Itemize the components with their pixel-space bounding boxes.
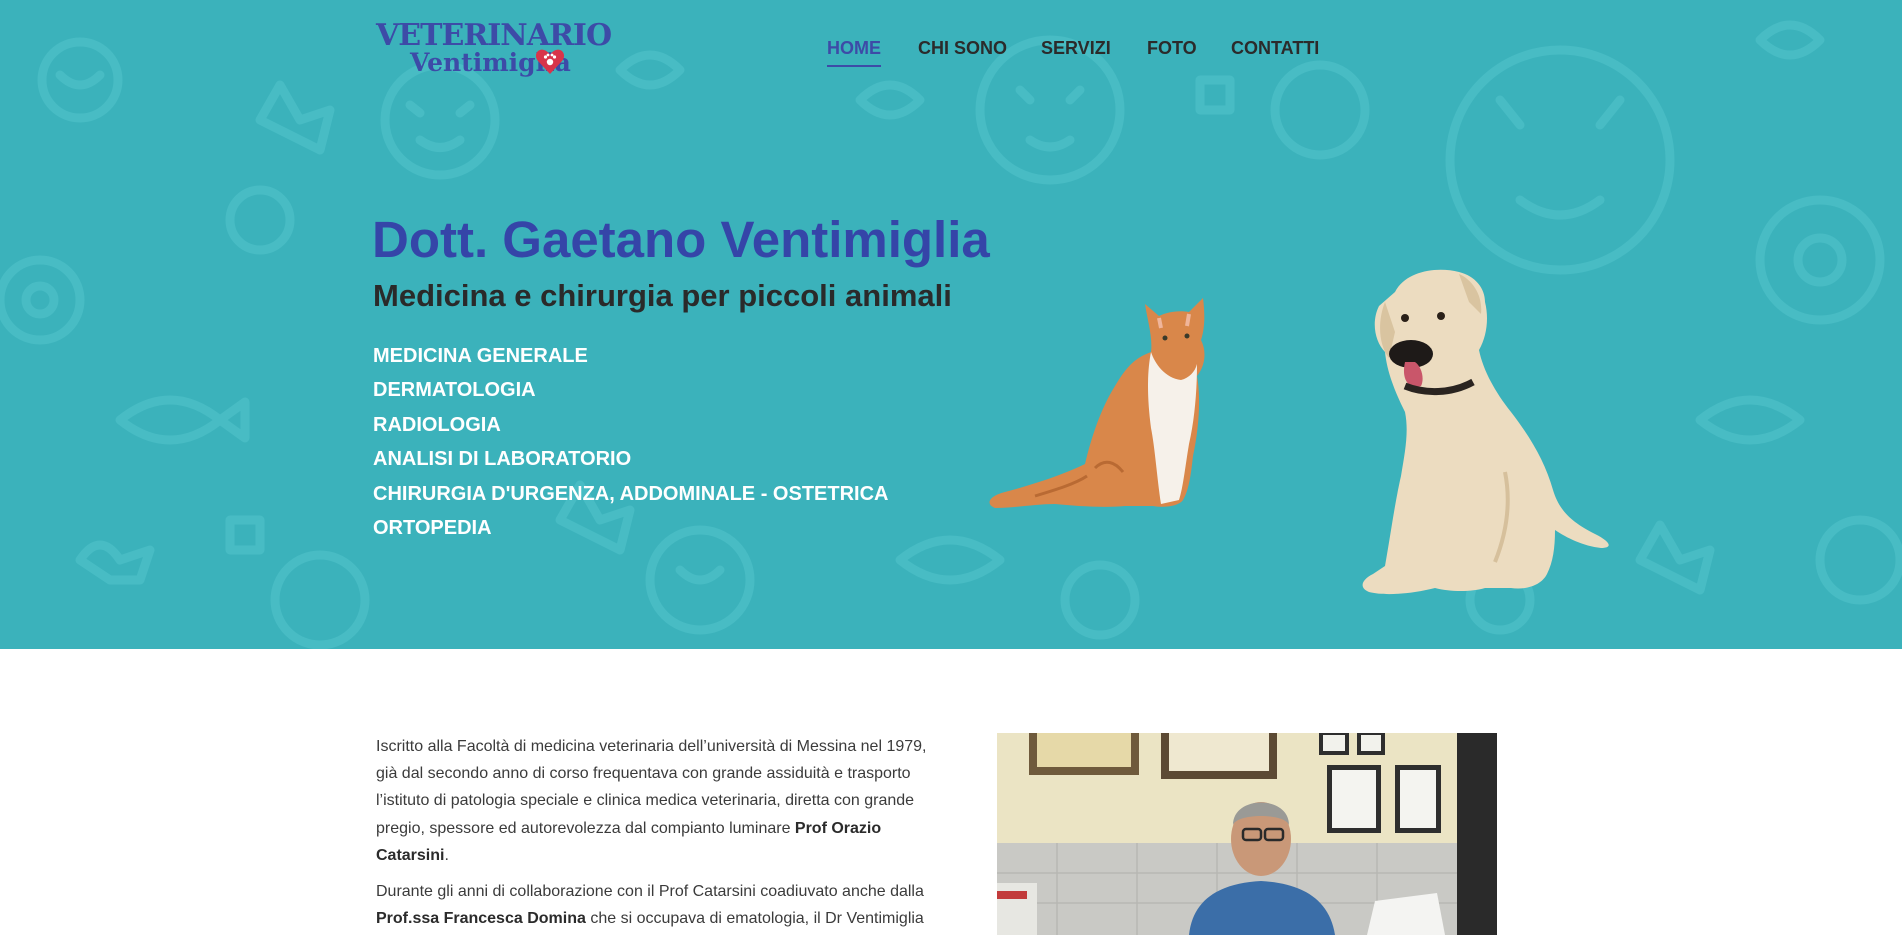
doctor-photo xyxy=(997,733,1497,935)
service-item: ANALISI DI LABORATORIO xyxy=(373,448,632,471)
page-title: Dott. Gaetano Ventimiglia xyxy=(372,211,990,268)
page-subtitle: Medicina e chirurgia per piccoli animali xyxy=(373,278,952,313)
dog-image xyxy=(1362,269,1609,595)
service-item: DERMATOLOGIA xyxy=(373,379,536,402)
cat-image xyxy=(989,298,1205,508)
doctor-photo-illustration xyxy=(997,733,1497,935)
heart-paw-icon xyxy=(535,49,565,74)
about-section: Iscritto alla Facoltà di medicina veteri… xyxy=(0,649,1902,935)
bio-paragraph: Durante gli anni di collaborazione con i… xyxy=(376,878,942,932)
nav-item-chi-sono[interactable]: CHI SONO xyxy=(918,38,1007,59)
animal-pattern-background xyxy=(0,20,1902,649)
bio-text-segment: che si occupava di ematologia, il Dr Ven… xyxy=(585,910,924,928)
bio-highlight-name: Prof.ssa Francesca Domina xyxy=(376,910,586,928)
nav-item-label: FOTO xyxy=(1147,38,1197,58)
site-logo[interactable]: VETERINARIO Ventimiglia xyxy=(374,18,612,80)
services-list: MEDICINA GENERALE DERMATOLOGIA RADIOLOGI… xyxy=(373,340,888,546)
bio-text: Iscritto alla Facoltà di medicina veteri… xyxy=(376,733,942,941)
nav-item-label: SERVIZI xyxy=(1041,38,1111,58)
bio-text-segment: . xyxy=(444,846,449,864)
nav-item-label: CONTATTI xyxy=(1231,38,1320,58)
hero-section: VETERINARIO Ventimiglia HOME CHI SONO SE… xyxy=(0,0,1902,649)
service-item: RADIOLOGIA xyxy=(373,413,501,436)
nav-item-label: HOME xyxy=(827,38,881,58)
nav-item-servizi[interactable]: SERVIZI xyxy=(1041,38,1111,59)
service-item: CHIRURGIA D'URGENZA, ADDOMINALE - OSTETR… xyxy=(373,482,889,505)
bio-paragraph: Iscritto alla Facoltà di medicina veteri… xyxy=(376,733,942,869)
bio-text-segment: Durante gli anni di collaborazione con i… xyxy=(376,883,924,901)
nav-item-home[interactable]: HOME xyxy=(827,38,881,67)
nav-item-foto[interactable]: FOTO xyxy=(1147,38,1197,59)
nav-item-label: CHI SONO xyxy=(918,38,1008,58)
active-indicator xyxy=(827,65,881,67)
nav-item-contatti[interactable]: CONTATTI xyxy=(1231,38,1319,59)
service-item: MEDICINA GENERALE xyxy=(373,345,588,367)
service-item: ORTOPEDIA xyxy=(373,516,492,539)
